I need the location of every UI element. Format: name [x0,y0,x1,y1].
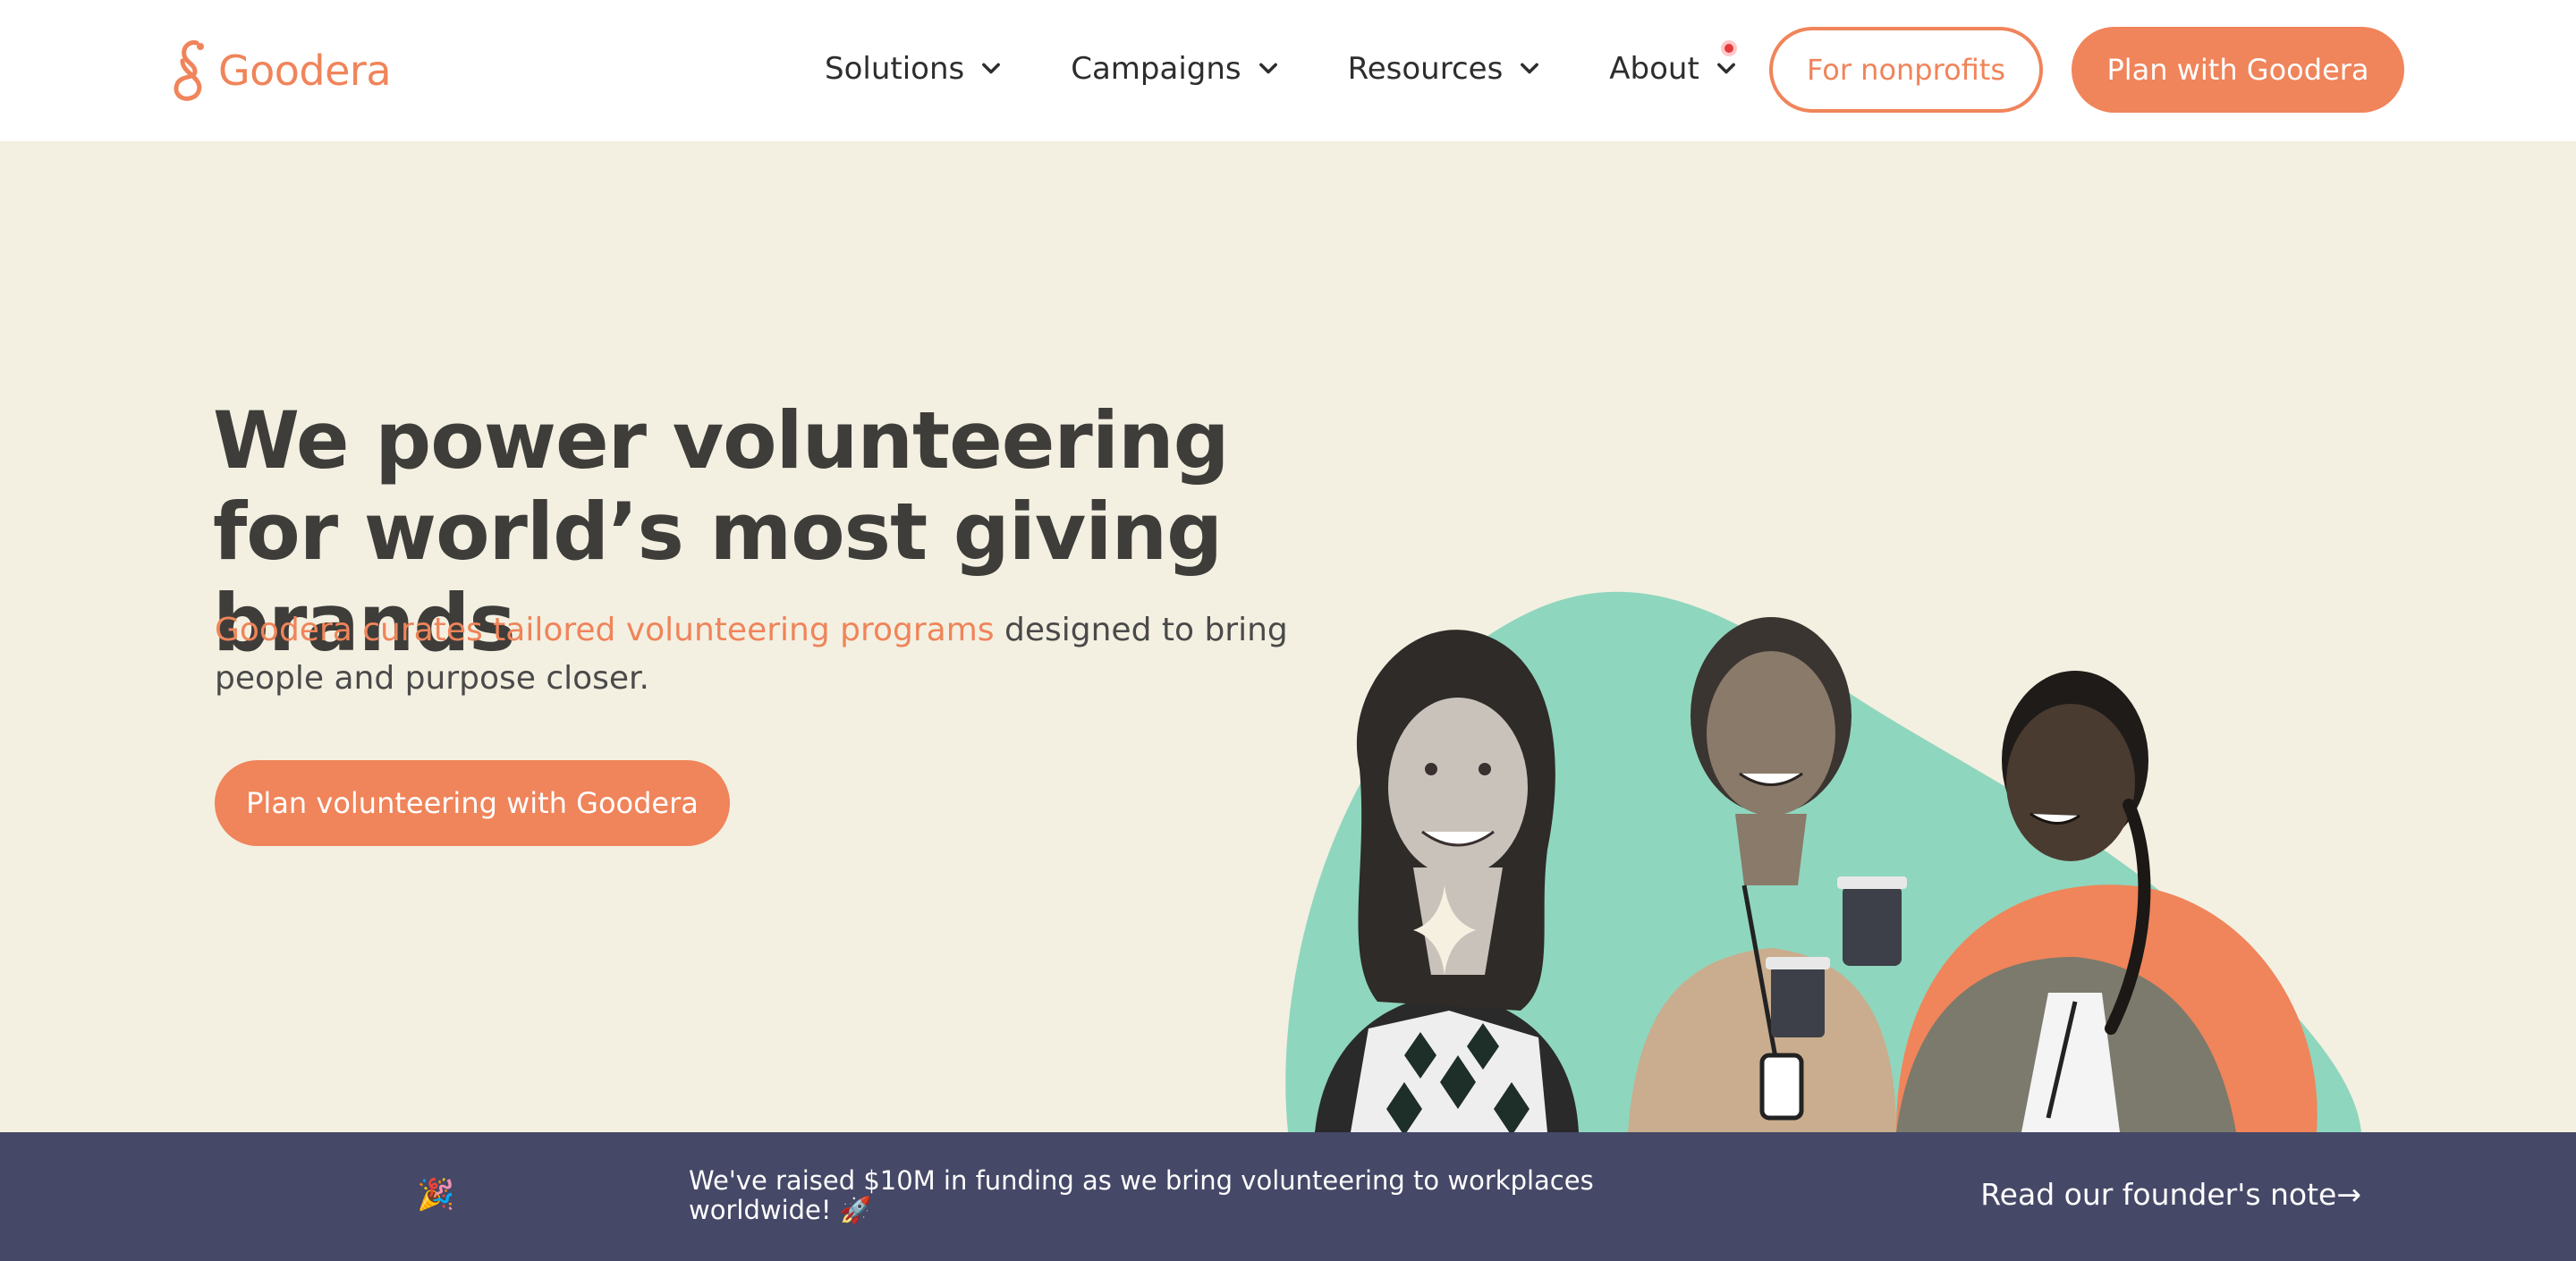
notification-dot [1720,40,1737,56]
chevron-down-icon [1521,63,1539,74]
main-nav: Solutions Campaigns Resources About [825,40,1739,93]
hero-illustration [1285,591,2361,1132]
site-header: Goodera Solutions Campaigns Resources Ab… [0,0,2576,141]
logo-link[interactable]: Goodera [170,39,392,102]
chevron-down-icon [1716,63,1735,74]
goodera-logo-icon [174,40,204,101]
hero-subtitle-highlight: Goodera curates tailored volunteering pr… [215,612,995,648]
chevron-down-icon [982,63,1001,74]
nav-label: About [1609,51,1699,87]
nav-label: Campaigns [1071,51,1241,87]
nav-label: Solutions [825,51,965,87]
plan-with-goodera-button[interactable]: Plan with Goodera [2072,27,2404,113]
logo-text: Goodera [218,47,392,95]
party-popper-icon: 🎉 [417,1178,455,1212]
for-nonprofits-button[interactable]: For nonprofits [1769,27,2043,113]
nav-resources[interactable]: Resources [1348,51,1543,87]
chevron-down-icon [1258,63,1277,74]
nav-label: Resources [1347,51,1504,87]
founders-note-link[interactable]: Read our founder's note→ [1980,1177,2361,1212]
nav-campaigns[interactable]: Campaigns [1071,51,1280,87]
announcement-banner: 🎉 We've raised $10M in funding as we bri… [0,1132,2576,1261]
nav-solutions[interactable]: Solutions [825,51,1004,87]
banner-text: We've raised $10M in funding as we bring… [689,1165,1594,1225]
nav-about[interactable]: About [1609,40,1739,87]
hero-subtitle: Goodera curates tailored volunteering pr… [215,606,1306,703]
plan-volunteering-button[interactable]: Plan volunteering with Goodera [215,760,730,846]
